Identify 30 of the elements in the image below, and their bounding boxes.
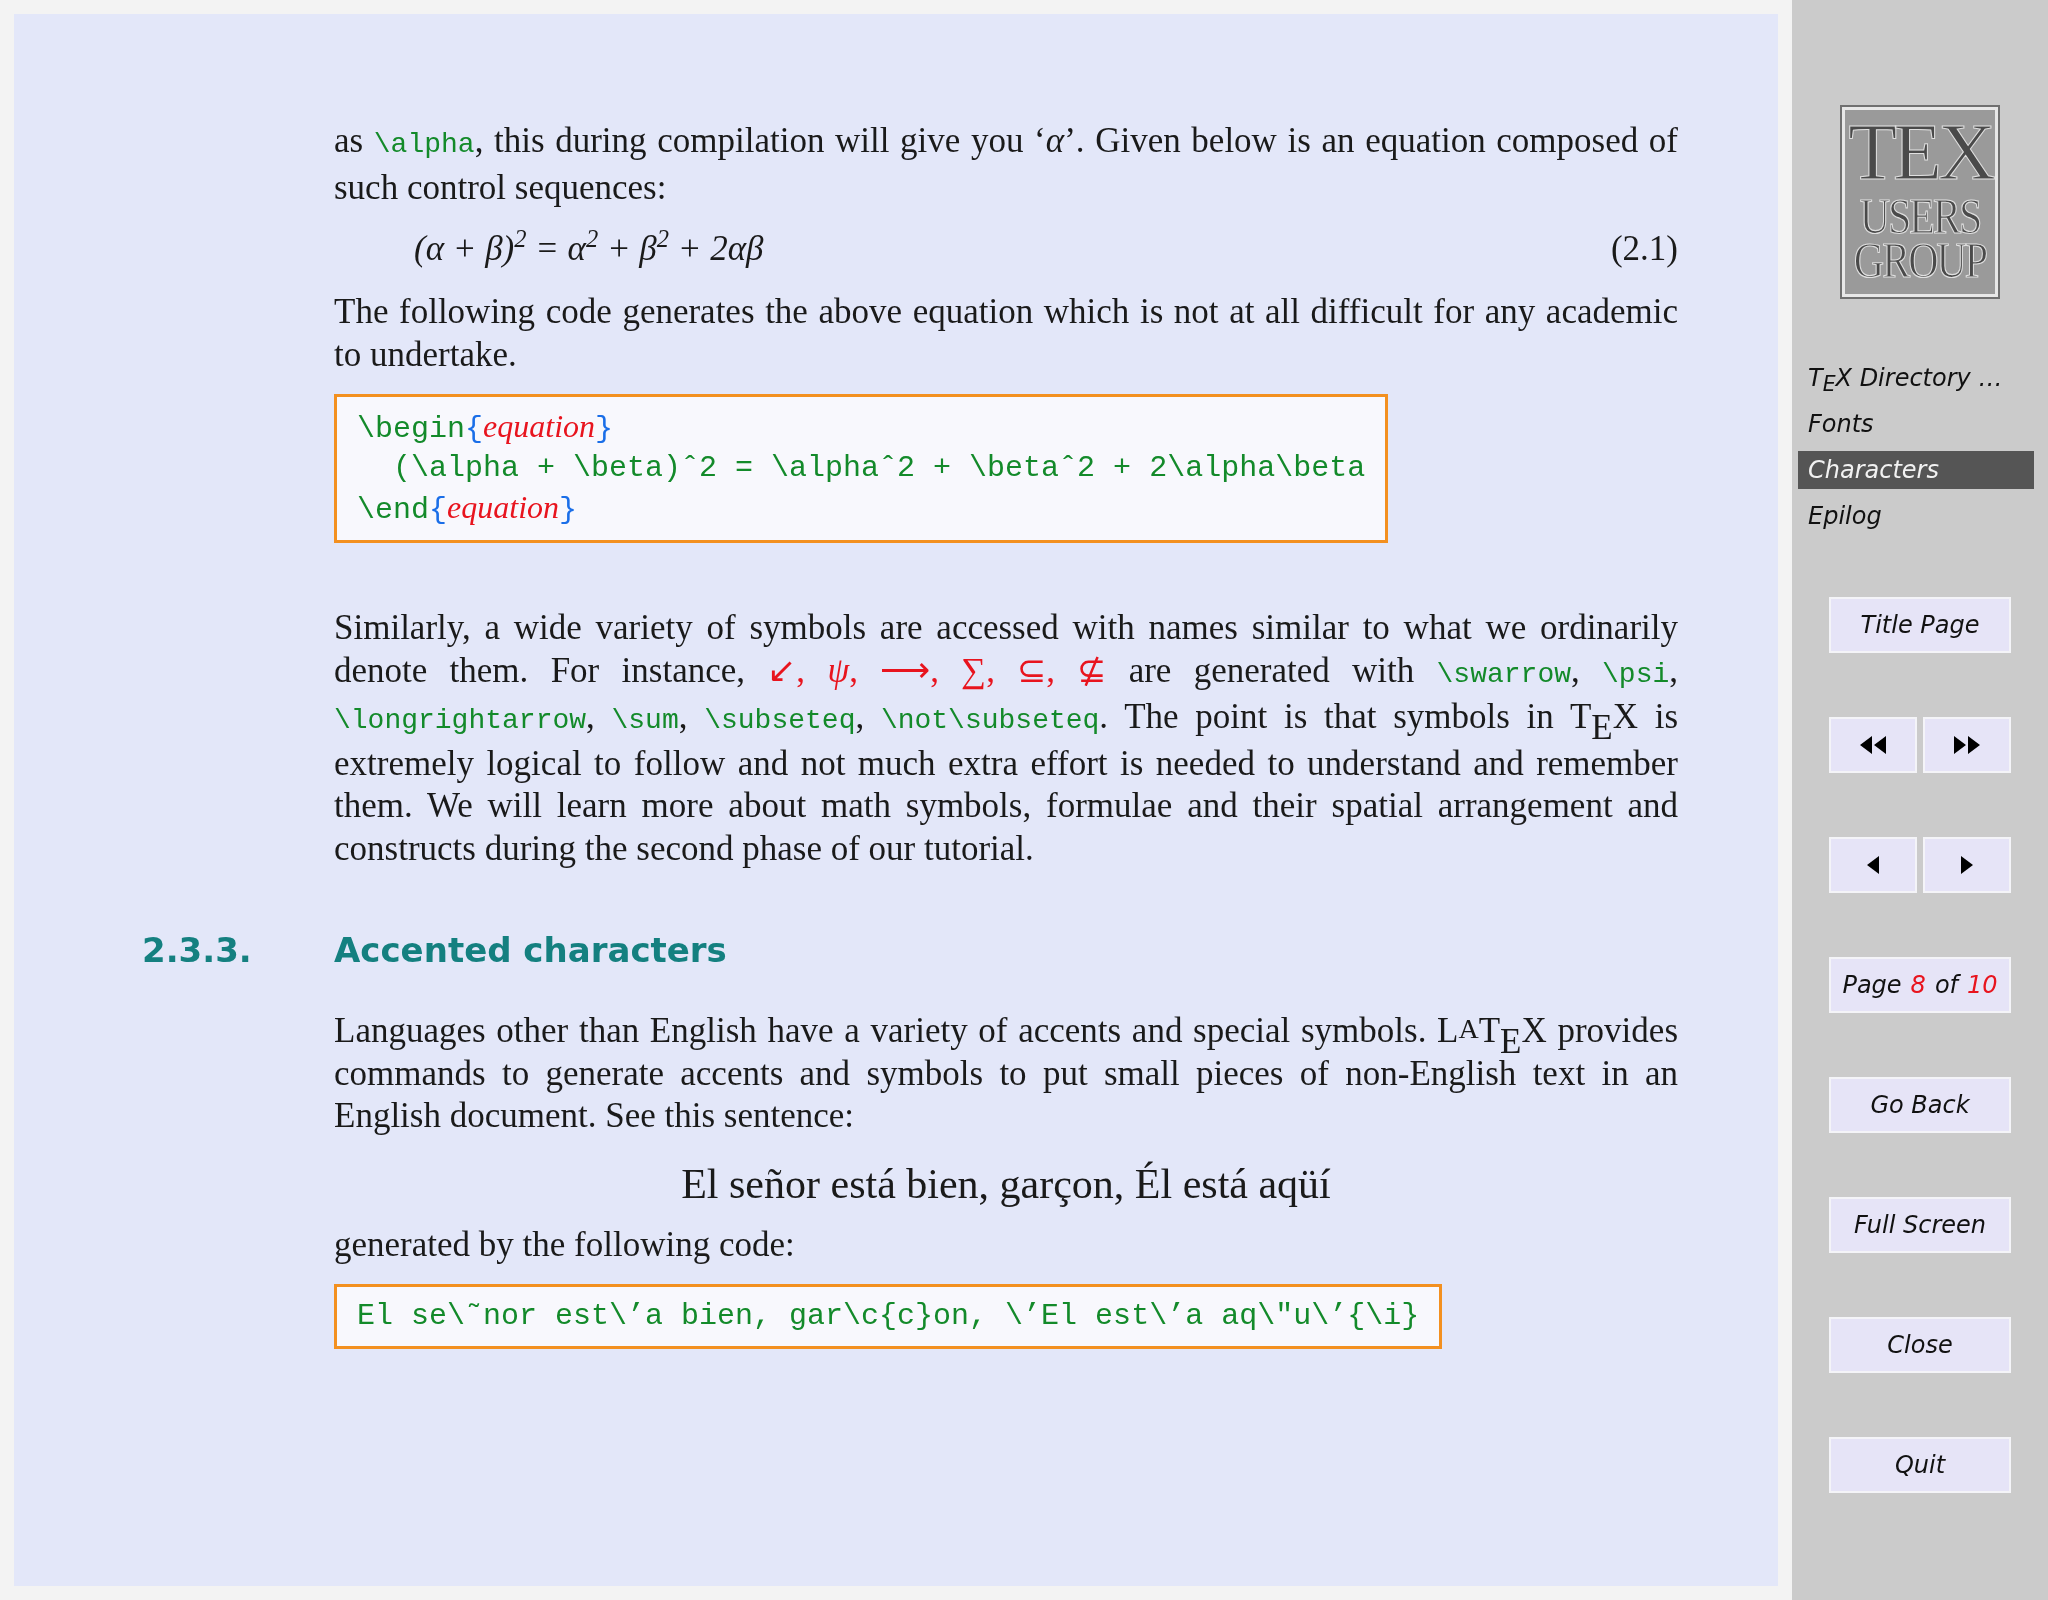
- paragraph: as \alpha, this during compilation will give you ‘α’. Given below is an equation composed of such control sequences:: [334, 120, 1678, 209]
- sample-sentence: El señor está bien, garçon, Él está aqüí: [681, 1160, 1331, 1207]
- code-line: \end{equation}: [357, 488, 579, 529]
- paragraph: The following code generates the above equation which is not at all difficult for any academic to undertake.: [334, 291, 1678, 376]
- nav-item[interactable]: Epilog: [1798, 497, 2034, 535]
- double-left-triangle-icon: [1860, 736, 1886, 754]
- left-triangle-icon: [1867, 856, 1879, 874]
- nav-item[interactable]: Fonts: [1798, 405, 2034, 443]
- nav-button[interactable]: Go Back: [1829, 1077, 2011, 1133]
- equation: (α + β)$^{2}$ = α$^{2}$ + β$^{2}$ + 2αβ: [414, 227, 764, 270]
- paragraph: generated by the following code:: [334, 1223, 796, 1266]
- nav-button[interactable]: Quit: [1829, 1437, 2011, 1493]
- nav-button[interactable]: Close: [1829, 1317, 2011, 1373]
- section-number: 2.3.3.: [142, 930, 253, 970]
- double-right-triangle-icon: [1954, 736, 1980, 754]
- page-indicator[interactable]: Page 8 of 10: [1829, 957, 2011, 1013]
- previous-page-button[interactable]: [1829, 837, 1917, 893]
- code-line: El se\˜nor est\’a bien, gar\c{c}on, \’El est\’a aq\"u\’{\i}: [357, 1298, 1420, 1335]
- next-page-button[interactable]: [1923, 837, 2011, 893]
- equation-number: (2.1): [1610, 228, 1678, 270]
- code-line: \begin{equation}: [357, 407, 615, 448]
- last-page-button[interactable]: [1923, 717, 2011, 773]
- code-line: (\alpha + \beta)ˆ2 = \alphaˆ2 + \betaˆ2 + 2\alpha\beta: [392, 450, 1366, 487]
- nav-button[interactable]: Title Page: [1829, 597, 2011, 653]
- nav-button[interactable]: Full Screen: [1829, 1197, 2011, 1253]
- right-triangle-icon: [1961, 856, 1973, 874]
- first-page-button[interactable]: [1829, 717, 1917, 773]
- nav-item[interactable]: Characters: [1798, 451, 2034, 489]
- section-title: Accented characters: [334, 930, 727, 970]
- nav-item[interactable]: T$_{E}$X Directory …: [1798, 359, 2034, 397]
